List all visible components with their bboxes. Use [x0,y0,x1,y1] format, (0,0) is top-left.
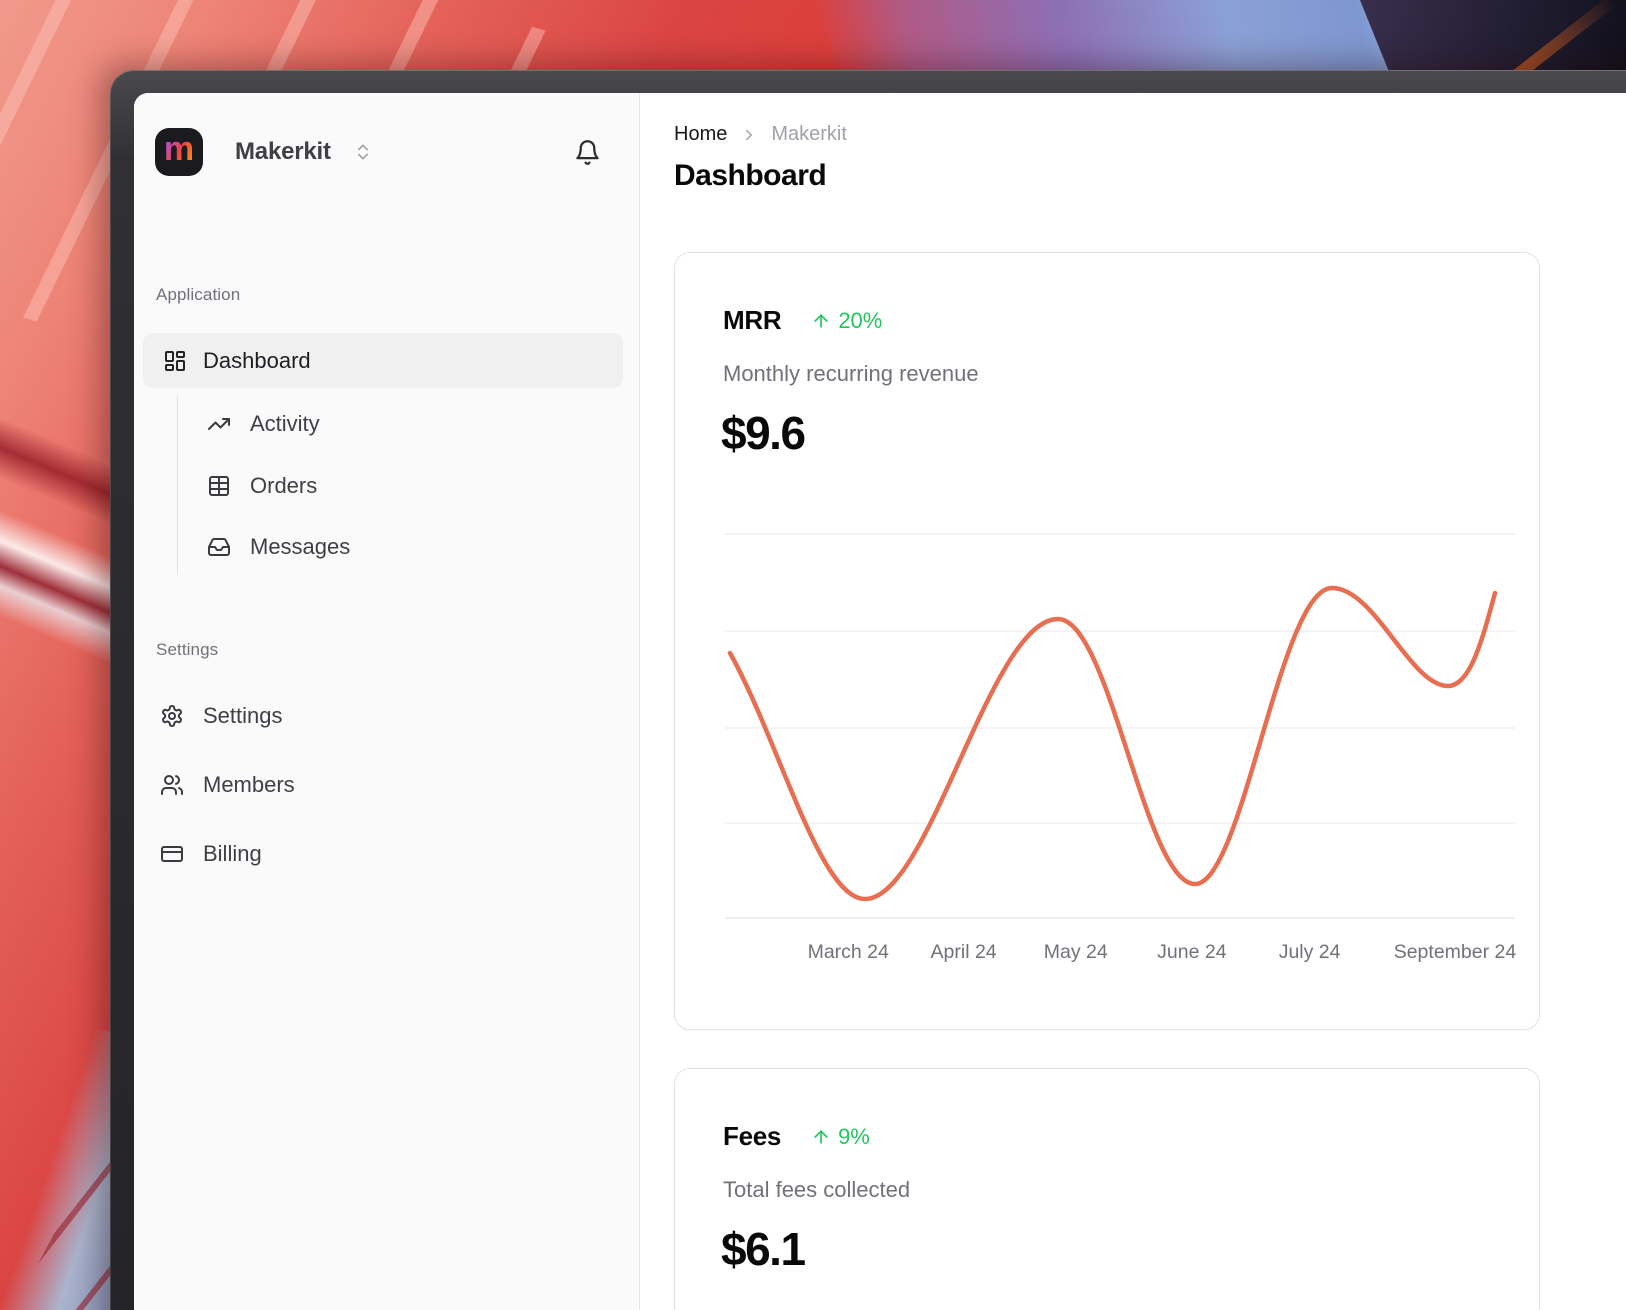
sidebar-item-label: Dashboard [203,348,311,374]
arrow-up-icon [811,1127,831,1147]
arrow-up-icon [811,311,831,331]
inbox-icon [207,535,231,559]
table-icon [207,474,231,498]
trend-percent: 9% [838,1124,870,1150]
sidebar-item-label: Billing [203,841,262,867]
mrr-line-series [730,588,1495,899]
trend-percent: 20% [838,308,882,334]
x-axis-label: April 24 [931,941,997,964]
sidebar-item-dashboard[interactable]: Dashboard [143,333,623,388]
sidebar: m Makerkit Application Dashboard [134,93,640,1310]
breadcrumb-current: Makerkit [771,123,847,146]
sidebar-item-settings[interactable]: Settings [160,692,283,740]
sidebar-item-label: Settings [203,703,283,729]
main-content: Home Makerkit Dashboard MRR 20% Monthly … [640,93,1626,1310]
card-subtitle: Total fees collected [723,1177,910,1203]
trend-badge: 9% [811,1124,870,1150]
sidebar-item-label: Messages [250,534,350,560]
mrr-line-chart [725,513,1515,923]
makerkit-logo[interactable]: m [155,128,203,176]
page-title: Dashboard [674,159,826,193]
chevrons-up-down-icon[interactable] [353,140,373,164]
card-value: $9.6 [721,403,805,463]
laptop-screen-bezel: m Makerkit Application Dashboard [110,70,1626,1310]
card-subtitle: Monthly recurring revenue [723,361,979,387]
x-axis-labels: March 24 April 24 May 24 June 24 July 24 Sept… [725,941,1515,967]
workspace-name: Makerkit [235,138,331,166]
card-value: $6.1 [721,1219,805,1279]
mrr-card: MRR 20% Monthly recurring revenue $9.6 [674,252,1540,1030]
x-axis-label: July 24 [1279,941,1341,964]
sidebar-item-label: Orders [250,473,317,499]
x-axis-label: March 24 [808,941,889,964]
makerkit-app-window: m Makerkit Application Dashboard [134,93,1626,1310]
fees-card: Fees 9% Total fees collected $6.1 [674,1068,1540,1310]
section-label-application: Application [156,285,240,305]
users-icon [160,773,184,797]
mrr-card-header: MRR 20% [723,305,882,336]
bell-icon[interactable] [574,139,601,166]
sidebar-item-orders[interactable]: Orders [207,462,317,510]
breadcrumb: Home Makerkit [674,123,847,146]
section-label-settings: Settings [156,640,218,660]
x-axis-label: June 24 [1157,941,1226,964]
trending-up-icon [207,412,231,436]
workspace-selector-row: m Makerkit [155,128,601,176]
card-title: Fees [723,1121,781,1152]
layout-dashboard-icon [163,349,187,373]
chevron-right-icon [740,126,758,144]
nav-indent-guide [177,395,178,575]
sidebar-item-messages[interactable]: Messages [207,523,350,571]
sidebar-item-members[interactable]: Members [160,761,295,809]
x-axis-label: September 24 [1394,941,1517,964]
x-axis-label: May 24 [1044,941,1108,964]
fees-card-header: Fees 9% [723,1121,870,1152]
sidebar-item-label: Members [203,772,295,798]
breadcrumb-home-link[interactable]: Home [674,123,727,146]
sidebar-item-label: Activity [250,411,320,437]
sidebar-item-activity[interactable]: Activity [207,400,320,448]
credit-card-icon [160,842,184,866]
card-title: MRR [723,305,781,336]
logo-letter: m [164,132,194,172]
gear-icon [160,704,184,728]
sidebar-item-billing[interactable]: Billing [160,830,262,878]
trend-badge: 20% [811,308,882,334]
